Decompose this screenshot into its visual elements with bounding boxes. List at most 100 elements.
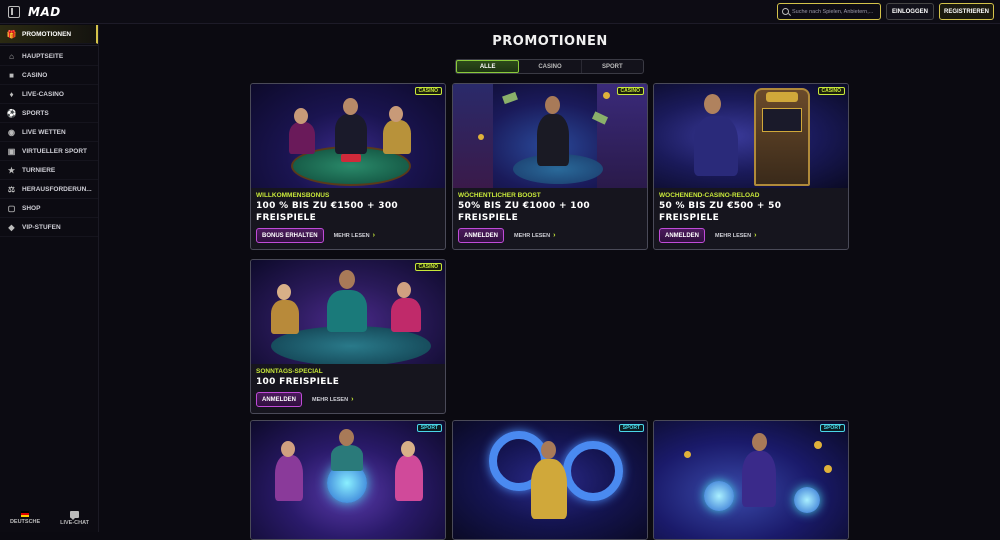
category-badge: SPORT [618,424,644,432]
promo-image: SPORT [453,421,647,539]
search-box[interactable] [776,3,881,20]
sidebar-item-virtueller-sport[interactable]: ▣ VIRTUELLER SPORT [0,142,98,161]
top-bar: MAD EINLOGGEN REGISTRIEREN [0,0,1000,24]
main-content: PROMOTIONEN ALLE CASINO SPORT CASINO WIL… [100,25,1000,540]
sidebar-toggle-icon[interactable] [8,5,20,18]
vip-icon: ◆ [8,222,15,232]
language-selector[interactable]: DEUTSCHE [10,511,40,526]
category-badge: SPORT [416,424,442,432]
language-label: DEUTSCHE [9,519,41,525]
live-chat-button[interactable]: LIVE-CHAT [60,511,89,526]
promo-subtitle: WILLKOMMENSBONUS [256,192,330,199]
sidebar-item-label: SHOP [22,204,41,212]
promo-card[interactable]: CASINO WILLKOMMENSBONUS 100 % BIS ZU €15… [250,83,446,250]
logo[interactable]: MAD [28,5,61,19]
sidebar-item-label: VIRTUELLER SPORT [22,147,88,155]
tab-casino[interactable]: CASINO [519,60,582,73]
challenge-icon: ⚖ [7,184,16,194]
sidebar-item-label: TURNIERE [22,166,56,174]
category-badge: CASINO [414,263,442,271]
live-chat-label: LIVE-CHAT [60,520,90,526]
chevron-right-icon: › [553,232,556,239]
shop-icon: ▢ [7,203,16,213]
promo-card[interactable]: CASINO WÖCHENTLICHER BOOST 50% BIS ZU €1… [452,83,648,250]
sidebar-item-label: SPORTS [22,109,49,117]
promo-image: CASINO [251,84,445,188]
sidebar-item-turniere[interactable]: ★ TURNIERE [0,161,98,180]
promo-image: SPORT [251,421,445,539]
sidebar-footer: DEUTSCHE LIVE-CHAT [0,511,99,526]
search-icon [781,8,789,15]
live-casino-icon: ♦ [9,89,14,99]
sidebar: 🎁 PROMOTIONEN ⌂ HAUPTSEITE ■ CASINO ♦ LI… [0,25,99,532]
chevron-right-icon: › [754,232,757,239]
sidebar-item-hauptseite[interactable]: ⌂ HAUPTSEITE [0,47,98,66]
register-button[interactable]: REGISTRIEREN [938,3,994,20]
page-title: PROMOTIONEN [492,34,608,49]
sidebar-item-label: PROMOTIONEN [22,30,72,38]
sidebar-item-label: HAUPTSEITE [22,52,64,60]
gift-icon: 🎁 [6,29,17,39]
virtual-sport-icon: ▣ [7,146,16,156]
promo-title: 100 % BIS ZU €1500 + 300 FREISPIELE [256,201,398,223]
promo-subtitle: WOCHENEND-CASINO-RELOAD [659,192,760,199]
sidebar-item-sports[interactable]: ⚽ SPORTS [0,104,98,123]
sidebar-item-promotionen[interactable]: 🎁 PROMOTIONEN [0,25,98,44]
sidebar-item-herausforderungen[interactable]: ⚖ HERAUSFORDERUN... [0,180,98,199]
live-bet-icon: ◉ [8,127,15,137]
read-more-label: MEHR LESEN [715,232,752,239]
claim-bonus-button[interactable]: BONUS ERHALTEN [256,228,324,243]
tab-sport[interactable]: SPORT [582,60,643,73]
sign-up-button[interactable]: ANMELDEN [256,392,302,407]
ball-icon: ⚽ [6,108,17,118]
sign-up-button[interactable]: ANMELDEN [458,228,504,243]
tab-alle[interactable]: ALLE [456,60,520,73]
promo-card[interactable]: CASINO WOCHENEND-CASINO-RELOAD 50 % BIS … [653,83,849,250]
read-more-label: MEHR LESEN [514,232,551,239]
promo-image: CASINO [251,260,445,364]
category-badge: SPORT [819,424,845,432]
sidebar-item-label: CASINO [22,71,48,79]
promo-title: 50% BIS ZU €1000 + 100 FREISPIELE [458,201,590,223]
sidebar-item-live-wetten[interactable]: ◉ LIVE WETTEN [0,123,98,142]
promo-title: 100 FREISPIELE [256,377,340,387]
promo-card[interactable]: SPORT [653,420,849,540]
read-more-label: MEHR LESEN [312,396,349,403]
promo-card[interactable]: SPORT [250,420,446,540]
casino-icon: ■ [9,70,14,80]
sidebar-item-shop[interactable]: ▢ SHOP [0,199,98,218]
chat-icon [70,511,80,520]
german-flag-icon [21,511,30,517]
promo-subtitle: WÖCHENTLICHER BOOST [458,192,541,199]
promo-title: 50 % BIS ZU €500 + 50 FREISPIELE [659,201,782,223]
read-more-link[interactable]: MEHR LESEN › [715,232,756,239]
category-badge: CASINO [817,87,845,95]
category-badge: CASINO [414,87,442,95]
sidebar-item-label: HERAUSFORDERUN... [22,185,92,193]
sidebar-item-live-casino[interactable]: ♦ LIVE-CASINO [0,85,98,104]
read-more-link[interactable]: MEHR LESEN › [334,232,375,239]
promo-card[interactable]: CASINO SONNTAGS-SPECIAL 100 FREISPIELE A… [250,259,446,414]
home-icon: ⌂ [9,51,14,61]
sidebar-item-vip-stufen[interactable]: ◆ VIP-STUFEN [0,218,98,237]
read-more-link[interactable]: MEHR LESEN › [312,396,353,403]
read-more-label: MEHR LESEN [333,232,370,239]
chevron-right-icon: › [372,232,375,239]
chevron-right-icon: › [351,396,354,403]
search-input[interactable] [791,8,880,15]
promo-filter-tabs: ALLE CASINO SPORT [455,59,644,74]
promo-image: CASINO [453,84,647,188]
sidebar-item-casino[interactable]: ■ CASINO [0,66,98,85]
category-badge: CASINO [616,87,644,95]
read-more-link[interactable]: MEHR LESEN › [514,232,555,239]
top-actions: EINLOGGEN REGISTRIEREN [776,3,994,20]
sidebar-item-label: LIVE-CASINO [22,90,64,98]
login-button[interactable]: EINLOGGEN [885,3,934,20]
sidebar-divider [0,44,98,46]
sign-up-button[interactable]: ANMELDEN [659,228,705,243]
promo-card[interactable]: SPORT [452,420,648,540]
trophy-icon: ★ [7,165,16,175]
promo-subtitle: SONNTAGS-SPECIAL [256,368,323,375]
promo-image: SPORT [654,421,848,539]
promo-image: CASINO [654,84,848,188]
